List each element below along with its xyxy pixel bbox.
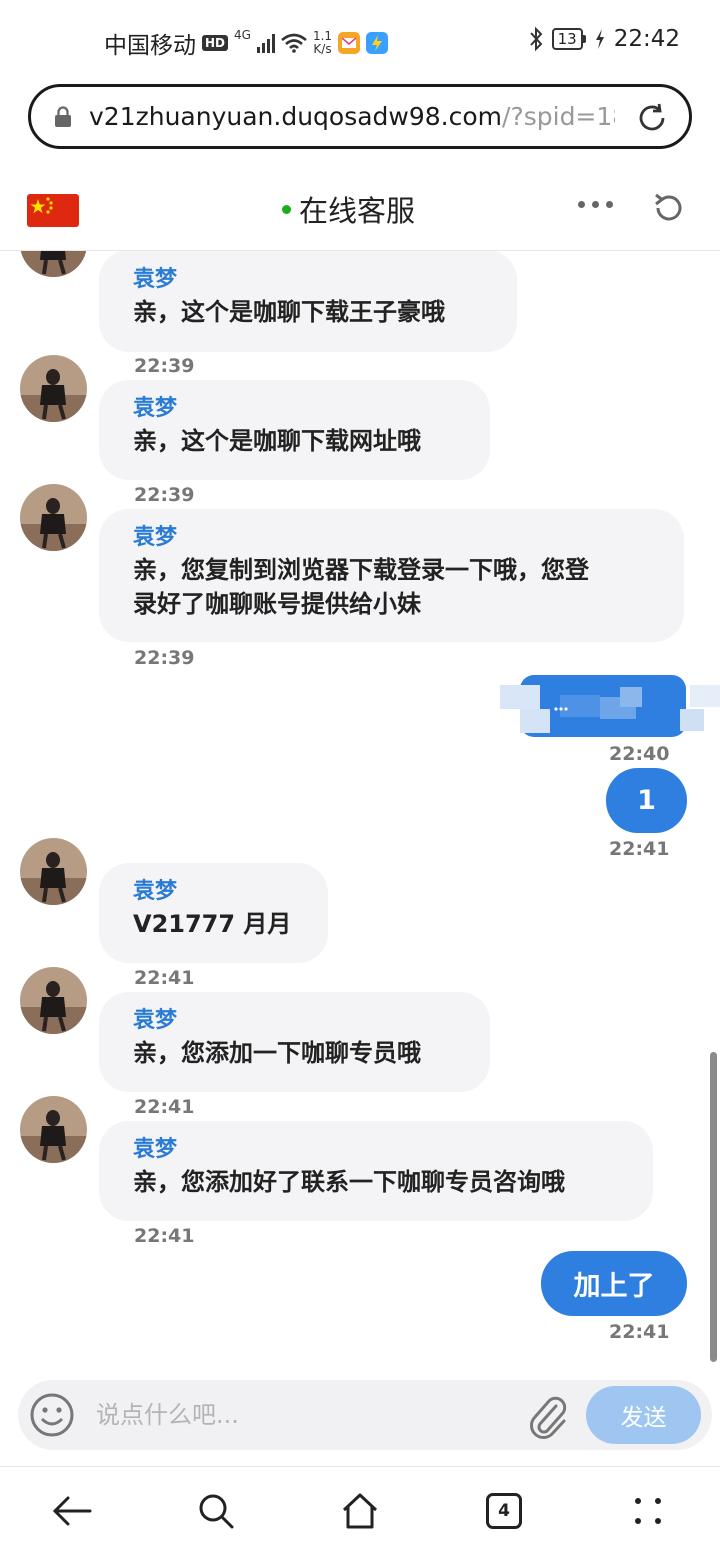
bolt-app-icon bbox=[366, 32, 389, 54]
message-text: V21777 月月 bbox=[133, 910, 292, 938]
menu-button[interactable] bbox=[626, 1489, 670, 1533]
emoji-icon[interactable] bbox=[28, 1391, 76, 1439]
clock: 22:42 bbox=[613, 26, 680, 52]
message-time: 22:40 bbox=[609, 743, 670, 765]
message-text: 亲，您添加一下咖聊专员哦 bbox=[133, 1039, 421, 1067]
message-time: 22:39 bbox=[134, 484, 195, 506]
message-text-line-2: 录好了咖聊账号提供给小妹 bbox=[133, 590, 421, 618]
message-text: 亲，这个是咖聊下载王子豪哦 bbox=[133, 298, 445, 326]
back-button[interactable] bbox=[50, 1489, 94, 1533]
agent-avatar[interactable] bbox=[20, 1096, 87, 1163]
message-bubble-in[interactable]: 袁梦 亲，您复制到浏览器下载登录一下哦，您登 录好了咖聊账号提供给小妹 bbox=[99, 509, 684, 642]
browser-bottom-nav: 4 bbox=[0, 1466, 720, 1560]
sender-name: 袁梦 bbox=[133, 267, 178, 292]
message-time: 22:41 bbox=[609, 1321, 670, 1343]
message-bubble-in[interactable]: 袁梦 亲，您添加好了联系一下咖聊专员咨询哦 bbox=[99, 1121, 653, 1221]
message-bubble-in[interactable]: 袁梦 亲，这个是咖聊下载网址哦 bbox=[99, 380, 490, 480]
sender-name: 袁梦 bbox=[133, 1137, 178, 1162]
paperclip-icon[interactable] bbox=[526, 1392, 570, 1440]
message-bubble-in[interactable]: 袁梦 V21777 月月 bbox=[99, 863, 328, 963]
status-left: 中国移动 HD 4G 1.1 K/s bbox=[104, 26, 389, 60]
home-icon bbox=[342, 1493, 378, 1529]
network-type: 4G bbox=[234, 28, 251, 42]
battery-level: 13 bbox=[551, 28, 583, 50]
agent-avatar[interactable] bbox=[20, 838, 87, 905]
message-bubble-in[interactable]: 袁梦 亲，这个是咖聊下载王子豪哦 bbox=[99, 251, 517, 352]
status-bar: 中国移动 HD 4G 1.1 K/s 13 22:42 bbox=[0, 0, 720, 84]
message-time: 22:41 bbox=[134, 967, 195, 989]
agent-avatar[interactable] bbox=[20, 251, 87, 277]
message-text-line-1: 亲，您复制到浏览器下载登录一下哦，您登 bbox=[133, 556, 589, 584]
chat-refresh-icon[interactable] bbox=[650, 190, 686, 226]
send-button[interactable]: 发送 bbox=[586, 1386, 701, 1444]
hd-badge: HD bbox=[202, 35, 229, 51]
message-bubble-out[interactable]: 1 bbox=[606, 768, 687, 833]
browser-reload-icon[interactable] bbox=[635, 101, 669, 135]
agent-avatar[interactable] bbox=[20, 355, 87, 422]
url-query: /?spid=18 bbox=[502, 102, 615, 131]
message-input[interactable] bbox=[96, 1392, 516, 1438]
wifi-icon bbox=[281, 33, 307, 53]
sender-name: 袁梦 bbox=[133, 1008, 178, 1033]
bluetooth-icon bbox=[529, 26, 542, 52]
battery-icon: 13 bbox=[551, 28, 586, 50]
search-icon bbox=[199, 1494, 234, 1529]
chat-title-group: 在线客服 bbox=[282, 188, 415, 230]
message-bubble-out[interactable]: 加上了 bbox=[541, 1251, 687, 1316]
sender-name: 袁梦 bbox=[133, 525, 178, 550]
message-time: 22:39 bbox=[134, 647, 195, 669]
message-text: 亲，这个是咖聊下载网址哦 bbox=[133, 427, 421, 455]
status-right: 13 22:42 bbox=[528, 26, 680, 52]
more-options-icon[interactable] bbox=[578, 194, 624, 214]
message-time: 22:39 bbox=[134, 355, 195, 377]
message-time: 22:41 bbox=[609, 838, 670, 860]
agent-avatar[interactable] bbox=[20, 967, 87, 1034]
url-text[interactable]: v21zhuanyuan.duqosadw98.com/?spid=18 bbox=[89, 102, 615, 131]
mail-app-icon bbox=[338, 32, 361, 54]
tabs-button[interactable]: 4 bbox=[482, 1489, 526, 1533]
speed-unit: K/s bbox=[313, 42, 332, 56]
message-bubble-in[interactable]: 袁梦 亲，您添加一下咖聊专员哦 bbox=[99, 992, 490, 1092]
home-button[interactable] bbox=[338, 1489, 382, 1533]
message-time: 22:41 bbox=[134, 1225, 195, 1247]
carrier-label: 中国移动 bbox=[104, 33, 196, 59]
message-list[interactable]: 袁梦 亲，这个是咖聊下载王子豪哦 22:39 袁梦 亲，这个是咖聊下载网址哦 2… bbox=[0, 251, 720, 1367]
url-host: v21zhuanyuan.duqosadw98.com bbox=[89, 102, 503, 131]
chat-header: 在线客服 bbox=[0, 164, 720, 251]
lock-icon bbox=[55, 106, 71, 127]
composer: 发送 bbox=[18, 1380, 712, 1450]
charging-icon bbox=[595, 29, 604, 49]
sender-name: 袁梦 bbox=[133, 396, 178, 421]
message-list-scrollbar[interactable] bbox=[710, 1052, 717, 1362]
online-status-dot bbox=[282, 204, 291, 214]
chat-title: 在线客服 bbox=[299, 194, 416, 228]
china-flag-icon[interactable] bbox=[27, 194, 79, 227]
search-button[interactable] bbox=[194, 1489, 238, 1533]
address-bar[interactable]: v21zhuanyuan.duqosadw98.com/?spid=18 bbox=[28, 84, 692, 149]
agent-avatar[interactable] bbox=[20, 484, 87, 551]
back-arrow-icon bbox=[52, 1496, 92, 1526]
message-bubble-out-redacted[interactable] bbox=[500, 671, 720, 741]
menu-dots-icon bbox=[635, 1498, 661, 1524]
sender-name: 袁梦 bbox=[133, 879, 178, 904]
tabs-count: 4 bbox=[486, 1493, 522, 1529]
message-text: 亲，您添加好了联系一下咖聊专员咨询哦 bbox=[133, 1168, 565, 1196]
signal-icon bbox=[256, 33, 275, 53]
network-speed: 1.1 K/s bbox=[313, 30, 332, 56]
message-time: 22:41 bbox=[134, 1096, 195, 1118]
